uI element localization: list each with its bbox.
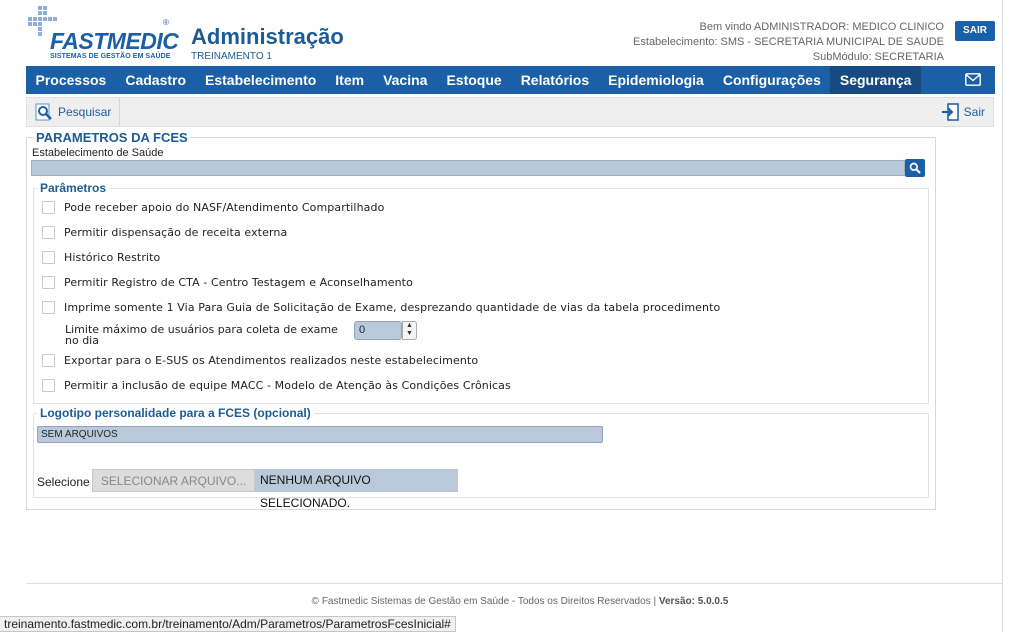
- option-receita-externa[interactable]: Permitir dispensação de receita externa: [42, 226, 287, 239]
- menu-item-processos[interactable]: Processos: [26, 66, 116, 94]
- option-historico-restrito-label: Histórico Restrito: [64, 251, 161, 264]
- limit-label: Limite máximo de usuários para coleta de…: [65, 323, 338, 347]
- main-menu: Processos Cadastro Estabelecimento Item …: [26, 66, 995, 94]
- option-guia-exame-label: Imprime somente 1 Via Para Guia de Solic…: [64, 301, 721, 314]
- establishment-search-button[interactable]: [905, 159, 925, 177]
- option-cta-label: Permitir Registro de CTA - Centro Testag…: [64, 276, 413, 289]
- stepper-down-icon[interactable]: ▼: [403, 330, 416, 338]
- submodule-text: SubMódulo: SECRETARIA: [812, 51, 944, 63]
- option-macc-label: Permitir a inclusão de equipe MACC - Mod…: [64, 379, 511, 392]
- footer-version: Versão: 5.0.0.5: [658, 596, 729, 607]
- option-receita-externa-label: Permitir dispensação de receita externa: [64, 226, 288, 239]
- establishment-text: Estabelecimento: SMS - SECRETARIA MUNICI…: [633, 36, 944, 48]
- form-title: PARAMETROS DA FCES: [34, 130, 190, 145]
- search-button-label: Pesquisar: [58, 105, 112, 119]
- option-macc-checkbox[interactable]: [42, 379, 55, 392]
- option-nasf[interactable]: Pode receber apoio do NASF/Atendimento C…: [42, 201, 384, 214]
- stepper-up-icon[interactable]: ▲: [403, 322, 416, 330]
- option-guia-exame[interactable]: Imprime somente 1 Via Para Guia de Solic…: [42, 301, 720, 314]
- magnifier-icon: [909, 162, 921, 174]
- option-receita-externa-checkbox[interactable]: [42, 226, 55, 239]
- menu-item-item[interactable]: Item: [326, 66, 374, 94]
- option-esus[interactable]: Exportar para o E-SUS os Atendimentos re…: [42, 354, 478, 367]
- page-title: Administração: [191, 24, 344, 49]
- logo-tagline: SISTEMAS DE GESTÃO EM SAÚDE: [50, 53, 171, 60]
- option-cta-checkbox[interactable]: [42, 276, 55, 289]
- menu-item-seguranca[interactable]: Segurança: [830, 66, 921, 94]
- footer: © Fastmedic Sistemas de Gestão em Saúde …: [0, 596, 1016, 607]
- logo-registered-mark: ®: [163, 18, 169, 27]
- option-historico-restrito-checkbox[interactable]: [42, 251, 55, 264]
- menu-item-estabelecimento[interactable]: Estabelecimento: [196, 66, 326, 94]
- menu-item-relatorios[interactable]: Relatórios: [511, 66, 598, 94]
- establishment-input[interactable]: [31, 160, 905, 176]
- window-edge: [1002, 0, 1003, 632]
- page-subtitle: TREINAMENTO 1: [191, 51, 272, 62]
- option-nasf-label: Pode receber apoio do NASF/Atendimento C…: [64, 201, 385, 214]
- welcome-text: Bem vindo ADMINISTRADOR: MEDICO CLINICO: [699, 21, 945, 33]
- limit-input[interactable]: 0: [354, 321, 402, 340]
- search-icon: [35, 103, 52, 121]
- exit-icon: [941, 103, 959, 121]
- search-button[interactable]: Pesquisar: [27, 98, 121, 126]
- limit-stepper[interactable]: ▲ ▼: [402, 321, 417, 340]
- exit-button[interactable]: Sair: [941, 98, 985, 126]
- exit-button-label: Sair: [963, 105, 985, 119]
- footer-divider: [26, 583, 1002, 584]
- menu-item-epidemiologia[interactable]: Epidemiologia: [599, 66, 714, 94]
- menu-item-estoque[interactable]: Estoque: [437, 66, 511, 94]
- browser-status-bar: treinamento.fastmedic.com.br/treinamento…: [0, 616, 456, 632]
- option-macc[interactable]: Permitir a inclusão de equipe MACC - Mod…: [42, 379, 511, 392]
- footer-copyright: © Fastmedic Sistemas de Gestão em Saúde …: [311, 596, 657, 607]
- menu-item-configuracoes[interactable]: Configurações: [713, 66, 830, 94]
- menu-item-vacina[interactable]: Vacina: [374, 66, 437, 94]
- mail-icon[interactable]: [965, 73, 981, 86]
- toolbar: Pesquisar Sair: [26, 97, 994, 127]
- select-file-button[interactable]: SELECIONAR ARQUIVO...: [92, 469, 255, 492]
- option-guia-exame-checkbox[interactable]: [42, 301, 55, 314]
- option-cta[interactable]: Permitir Registro de CTA - Centro Testag…: [42, 276, 413, 289]
- parameters-legend: Parâmetros: [37, 181, 110, 195]
- logout-button[interactable]: SAIR: [955, 21, 995, 41]
- select-label: Selecione: [37, 475, 90, 489]
- no-file-status: NENHUM ARQUIVO SELECIONADO.: [255, 469, 458, 510]
- menu-item-cadastro[interactable]: Cadastro: [116, 66, 196, 94]
- option-esus-label: Exportar para o E-SUS os Atendimentos re…: [64, 354, 479, 367]
- header: FASTMEDIC ® SISTEMAS DE GESTÃO EM SAÚDE …: [0, 0, 1002, 66]
- user-info: Bem vindo ADMINISTRADOR: MEDICO CLINICO …: [633, 20, 944, 65]
- files-list: SEM ARQUIVOS: [37, 426, 603, 443]
- fastmedic-logo: FASTMEDIC ® SISTEMAS DE GESTÃO EM SAÚDE: [24, 6, 179, 64]
- parameters-fieldset: [33, 188, 929, 404]
- option-esus-checkbox[interactable]: [42, 354, 55, 367]
- establishment-label: Estabelecimento de Saúde: [32, 147, 164, 159]
- logo-brand: FASTMEDIC: [50, 28, 179, 54]
- option-nasf-checkbox[interactable]: [42, 201, 55, 214]
- logo-legend: Logotipo personalidade para a FCES (opci…: [37, 406, 314, 420]
- option-historico-restrito[interactable]: Histórico Restrito: [42, 251, 160, 264]
